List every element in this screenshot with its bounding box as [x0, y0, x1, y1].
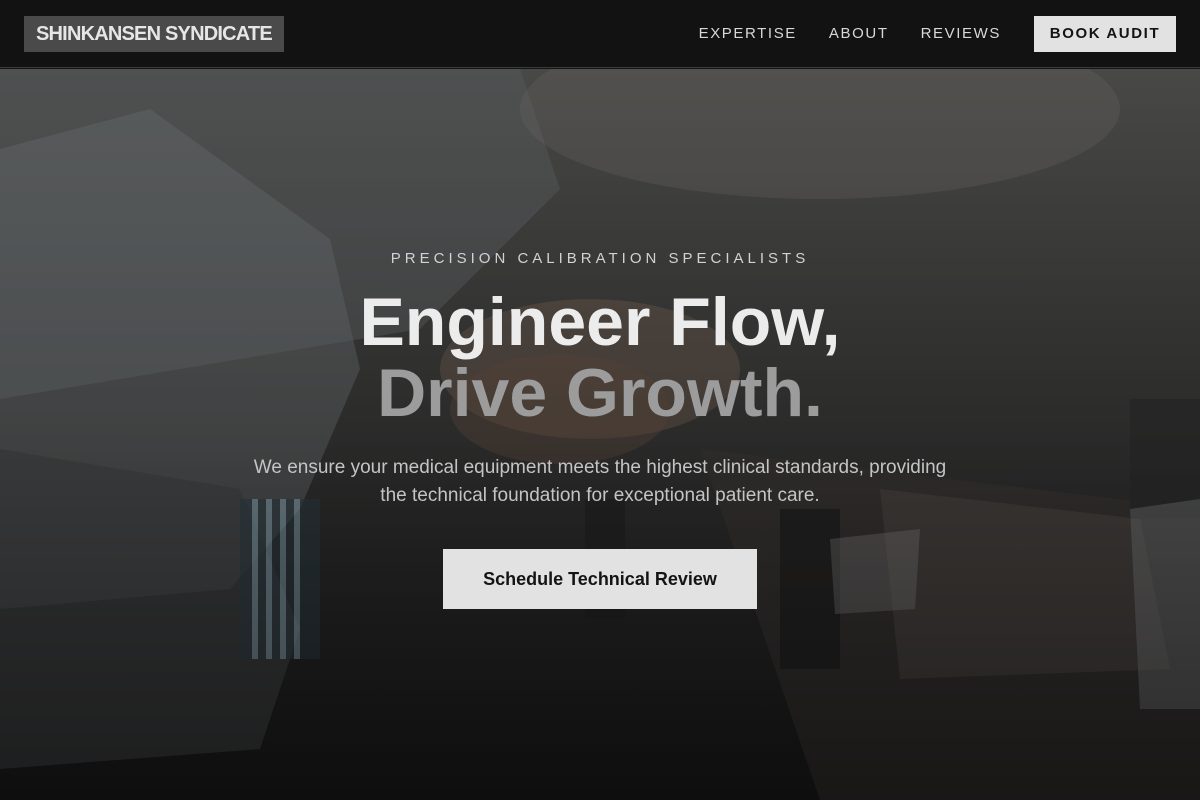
hero-subtitle: We ensure your medical equipment meets t…: [253, 457, 947, 506]
nav-link-expertise[interactable]: EXPERTISE: [699, 25, 797, 42]
nav-link-about[interactable]: ABOUT: [829, 25, 889, 42]
nav-link-reviews[interactable]: REVIEWS: [921, 25, 1001, 42]
hero-headline-line1: Engineer Flow,: [359, 284, 841, 360]
hero-eyebrow: PRECISION CALIBRATION SPECIALISTS: [390, 250, 810, 267]
nav-links: EXPERTISE ABOUT REVIEWS BOOK AUDIT: [667, 15, 1176, 52]
hero-headline-line2: Drive Growth.: [377, 355, 823, 431]
brand-logo[interactable]: SHINKANSEN SYNDICATE: [24, 15, 284, 52]
book-audit-button[interactable]: BOOK AUDIT: [1034, 15, 1176, 52]
top-navbar: SHINKANSEN SYNDICATE EXPERTISE ABOUT REV…: [0, 0, 1200, 68]
schedule-review-button[interactable]: Schedule Technical Review: [443, 549, 757, 609]
hero-content: PRECISION CALIBRATION SPECIALISTS Engine…: [0, 69, 1200, 800]
hero-section: PRECISION CALIBRATION SPECIALISTS Engine…: [0, 69, 1200, 800]
